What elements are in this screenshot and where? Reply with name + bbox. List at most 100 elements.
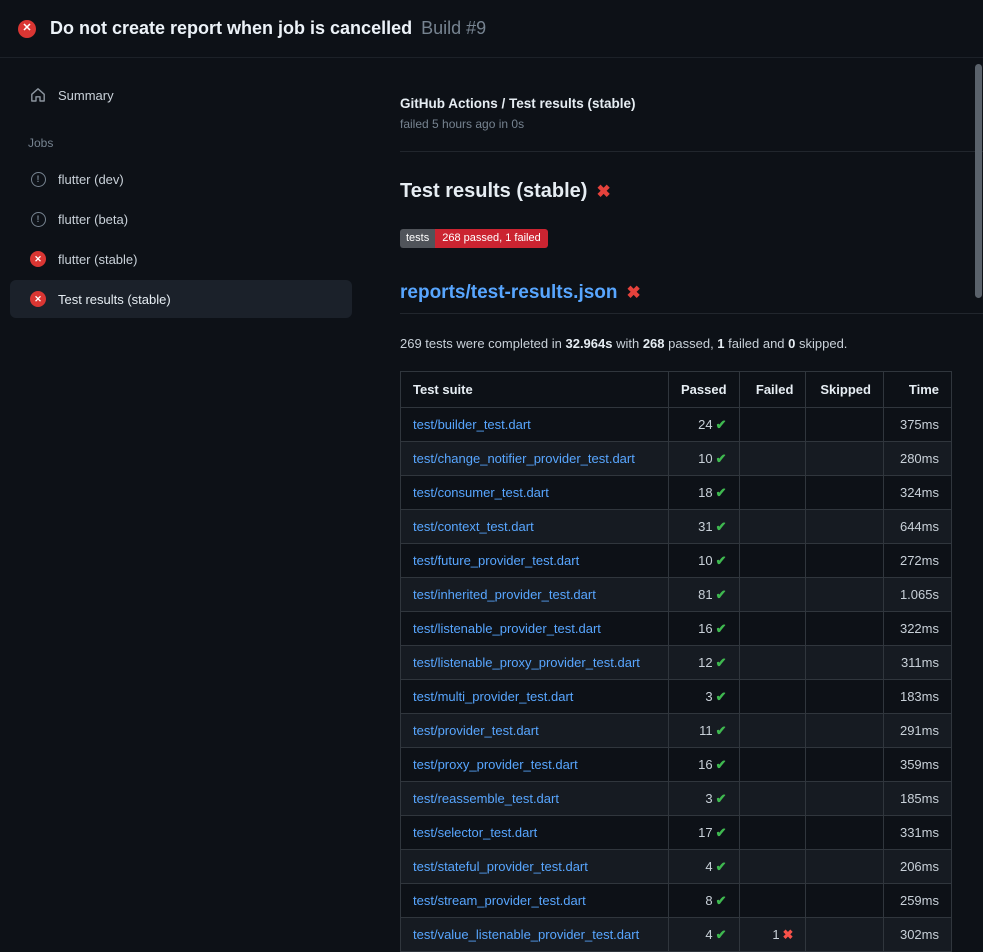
check-icon: ✔ (716, 791, 727, 806)
test-suite-link[interactable]: test/future_provider_test.dart (413, 553, 579, 568)
failed-cell (739, 408, 806, 442)
test-suite-link[interactable]: test/consumer_test.dart (413, 485, 549, 500)
test-suite-link[interactable]: test/selector_test.dart (413, 825, 537, 840)
test-suite-link[interactable]: test/reassemble_test.dart (413, 791, 559, 806)
results-table: Test suite Passed Failed Skipped Time te… (400, 371, 952, 952)
table-row: test/provider_test.dart 11✔ 291ms (401, 714, 952, 748)
tests-summary-line: 269 tests were completed in 32.964s with… (400, 336, 983, 351)
sidebar-item-flutter-dev[interactable]: ! flutter (dev) (10, 160, 352, 198)
suite-cell: test/reassemble_test.dart (401, 782, 669, 816)
table-row: test/consumer_test.dart 18✔ 324ms (401, 476, 952, 510)
passed-cell: 10✔ (669, 544, 740, 578)
passed-count: 17 (698, 825, 712, 840)
breadcrumb: GitHub Actions / Test results (stable) (400, 96, 983, 111)
skipped-cell (806, 680, 884, 714)
time-cell: 291ms (883, 714, 951, 748)
skipped-cell (806, 884, 884, 918)
time-cell: 322ms (883, 612, 951, 646)
sidebar-item-summary[interactable]: Summary (10, 76, 352, 114)
summary-text: with (612, 336, 642, 351)
failed-cell (739, 612, 806, 646)
skipped-cell (806, 408, 884, 442)
build-number: Build #9 (421, 18, 486, 39)
test-suite-link[interactable]: test/provider_test.dart (413, 723, 539, 738)
check-run-page: ✕ Do not create report when job is cance… (0, 0, 983, 952)
skipped-cell (806, 850, 884, 884)
report-heading-wrap: reports/test-results.json ✖ (400, 282, 983, 314)
failed-cell (739, 782, 806, 816)
test-suite-link[interactable]: test/stream_provider_test.dart (413, 893, 586, 908)
time-cell: 302ms (883, 918, 951, 952)
check-icon: ✔ (716, 689, 727, 704)
home-icon (30, 87, 46, 103)
failed-cell (739, 442, 806, 476)
test-suite-link[interactable]: test/inherited_provider_test.dart (413, 587, 596, 602)
passed-count: 3 (705, 791, 712, 806)
summary-duration: 32.964s (565, 336, 612, 351)
test-suite-link[interactable]: test/context_test.dart (413, 519, 534, 534)
summary-text: failed and (725, 336, 789, 351)
sidebar-item-test-results-stable[interactable]: ✕ Test results (stable) (10, 280, 352, 318)
report-file-link[interactable]: reports/test-results.json (400, 282, 618, 304)
suite-cell: test/listenable_provider_test.dart (401, 612, 669, 646)
passed-cell: 12✔ (669, 646, 740, 680)
skipped-cell (806, 714, 884, 748)
sidebar-item-flutter-stable[interactable]: ✕ flutter (stable) (10, 240, 352, 278)
failed-cross-icon: ✖ (596, 182, 610, 202)
summary-text: 269 tests were completed in (400, 336, 565, 351)
table-row: test/proxy_provider_test.dart 16✔ 359ms (401, 748, 952, 782)
test-suite-link[interactable]: test/change_notifier_provider_test.dart (413, 451, 635, 466)
exclaim-circle-icon: ! (31, 212, 46, 227)
skipped-cell (806, 544, 884, 578)
check-icon: ✔ (716, 893, 727, 908)
job-label: Test results (stable) (58, 292, 171, 307)
test-suite-link[interactable]: test/multi_provider_test.dart (413, 689, 573, 704)
scrollbar-thumb[interactable] (975, 64, 982, 298)
sidebar-item-flutter-beta[interactable]: ! flutter (beta) (10, 200, 352, 238)
skipped-cell (806, 442, 884, 476)
check-icon: ✔ (716, 927, 727, 942)
exclaim-circle-icon: ! (31, 172, 46, 187)
run-status-line: failed 5 hours ago in 0s (400, 117, 983, 131)
header: ✕ Do not create report when job is cance… (0, 0, 983, 58)
passed-count: 10 (698, 553, 712, 568)
passed-cell: 11✔ (669, 714, 740, 748)
report-heading: reports/test-results.json ✖ (400, 282, 983, 304)
test-suite-link[interactable]: test/value_listenable_provider_test.dart (413, 927, 639, 942)
neutral-status-icon: ! (30, 171, 46, 187)
summary-text: passed, (665, 336, 718, 351)
test-suite-link[interactable]: test/proxy_provider_test.dart (413, 757, 578, 772)
table-row: test/value_listenable_provider_test.dart… (401, 918, 952, 952)
test-suite-link[interactable]: test/stateful_provider_test.dart (413, 859, 588, 874)
test-suite-link[interactable]: test/builder_test.dart (413, 417, 531, 432)
failed-cell (739, 544, 806, 578)
passed-count: 4 (705, 927, 712, 942)
skipped-cell (806, 510, 884, 544)
time-cell: 272ms (883, 544, 951, 578)
check-icon: ✔ (716, 757, 727, 772)
time-cell: 331ms (883, 816, 951, 850)
passed-count: 16 (698, 621, 712, 636)
table-row: test/inherited_provider_test.dart 81✔ 1.… (401, 578, 952, 612)
check-icon: ✔ (716, 417, 727, 432)
table-row: test/multi_provider_test.dart 3✔ 183ms (401, 680, 952, 714)
skipped-cell (806, 782, 884, 816)
passed-cell: 3✔ (669, 782, 740, 816)
passed-count: 81 (698, 587, 712, 602)
failed-cell (739, 816, 806, 850)
passed-count: 16 (698, 757, 712, 772)
suite-cell: test/change_notifier_provider_test.dart (401, 442, 669, 476)
check-icon: ✔ (716, 825, 727, 840)
passed-count: 4 (705, 859, 712, 874)
time-cell: 311ms (883, 646, 951, 680)
test-suite-link[interactable]: test/listenable_proxy_provider_test.dart (413, 655, 640, 670)
table-row: test/selector_test.dart 17 ✔ 331ms (401, 816, 952, 850)
failed-x-circle-icon: ✕ (18, 20, 36, 38)
table-row: test/listenable_proxy_provider_test.dart… (401, 646, 952, 680)
skipped-cell (806, 612, 884, 646)
test-suite-link[interactable]: test/listenable_provider_test.dart (413, 621, 601, 636)
passed-cell: 24✔ (669, 408, 740, 442)
table-row: test/future_provider_test.dart 10✔ 272ms (401, 544, 952, 578)
passed-count: 10 (698, 451, 712, 466)
suite-cell: test/provider_test.dart (401, 714, 669, 748)
